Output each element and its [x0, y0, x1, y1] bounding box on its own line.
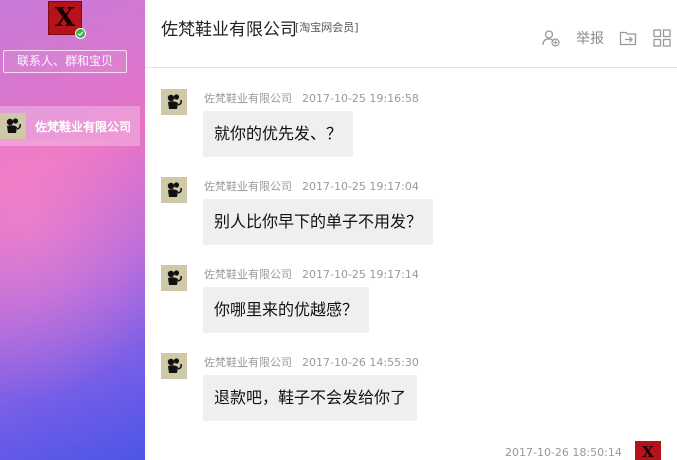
- online-status-icon: [75, 28, 86, 39]
- sender-name: 佐梵鞋业有限公司: [204, 92, 292, 105]
- contact-avatar: [0, 113, 26, 139]
- member-badge: [淘宝网会员]: [295, 21, 359, 34]
- message-list[interactable]: 佐梵鞋业有限公司 2017-10-25 19:16:58 就你的优先发、？ 佐梵鞋…: [145, 69, 677, 460]
- sender-avatar[interactable]: [161, 265, 187, 291]
- cat-logo-icon: [167, 182, 182, 197]
- outgoing-avatar-letter: X: [642, 443, 654, 460]
- contact-name: 佐梵鞋业有限公司: [35, 119, 132, 134]
- search-placeholder: 联系人、群和宝贝: [16, 54, 113, 68]
- cat-logo-icon: [167, 94, 182, 109]
- message-meta: 佐梵鞋业有限公司 2017-10-25 19:17:14: [204, 266, 419, 282]
- cat-logo-icon: [6, 118, 21, 133]
- message-time: 2017-10-25 19:17:04: [302, 180, 419, 193]
- message-meta: 佐梵鞋业有限公司 2017-10-25 19:17:04: [204, 178, 419, 194]
- message-bubble[interactable]: 就你的优先发、？: [203, 111, 354, 157]
- message-meta: 佐梵鞋业有限公司 2017-10-25 19:16:58: [204, 90, 419, 106]
- grid-apps-icon[interactable]: [652, 28, 672, 48]
- message-meta: 佐梵鞋业有限公司 2017-10-26 14:55:30: [204, 354, 419, 370]
- sender-avatar[interactable]: [161, 89, 187, 115]
- user-avatar-letter: X: [54, 3, 76, 33]
- message-time: 2017-10-25 19:16:58: [302, 92, 419, 105]
- message-bubble[interactable]: 退款吧，鞋子不会发给你了: [203, 375, 418, 421]
- sender-name: 佐梵鞋业有限公司: [204, 356, 292, 369]
- message-time: 2017-10-26 14:55:30: [302, 356, 419, 369]
- message-bubble[interactable]: 别人比你早下的单子不用发？: [203, 199, 434, 245]
- outgoing-avatar[interactable]: X: [635, 441, 661, 460]
- chat-header: 佐梵鞋业有限公司 [淘宝网会员] 举报: [145, 0, 677, 68]
- sender-name: 佐梵鞋业有限公司: [204, 180, 292, 193]
- outgoing-message-time: 2017-10-26 18:50:14: [505, 446, 622, 459]
- cat-logo-icon: [167, 358, 182, 373]
- add-user-icon[interactable]: [541, 28, 561, 48]
- sender-name: 佐梵鞋业有限公司: [204, 268, 292, 281]
- contact-list-item[interactable]: 佐梵鞋业有限公司: [0, 106, 140, 146]
- sidebar: X 联系人、群和宝贝 佐梵鞋业有限公司: [0, 0, 145, 460]
- report-button[interactable]: 举报: [576, 28, 604, 48]
- message-bubble[interactable]: 你哪里来的优越感？: [203, 287, 370, 333]
- message-time: 2017-10-25 19:17:14: [302, 268, 419, 281]
- sender-avatar[interactable]: [161, 353, 187, 379]
- search-input[interactable]: 联系人、群和宝贝: [3, 50, 127, 73]
- share-export-icon[interactable]: [618, 28, 638, 48]
- cat-logo-icon: [167, 270, 182, 285]
- sender-avatar[interactable]: [161, 177, 187, 203]
- chat-title: 佐梵鞋业有限公司: [161, 20, 297, 40]
